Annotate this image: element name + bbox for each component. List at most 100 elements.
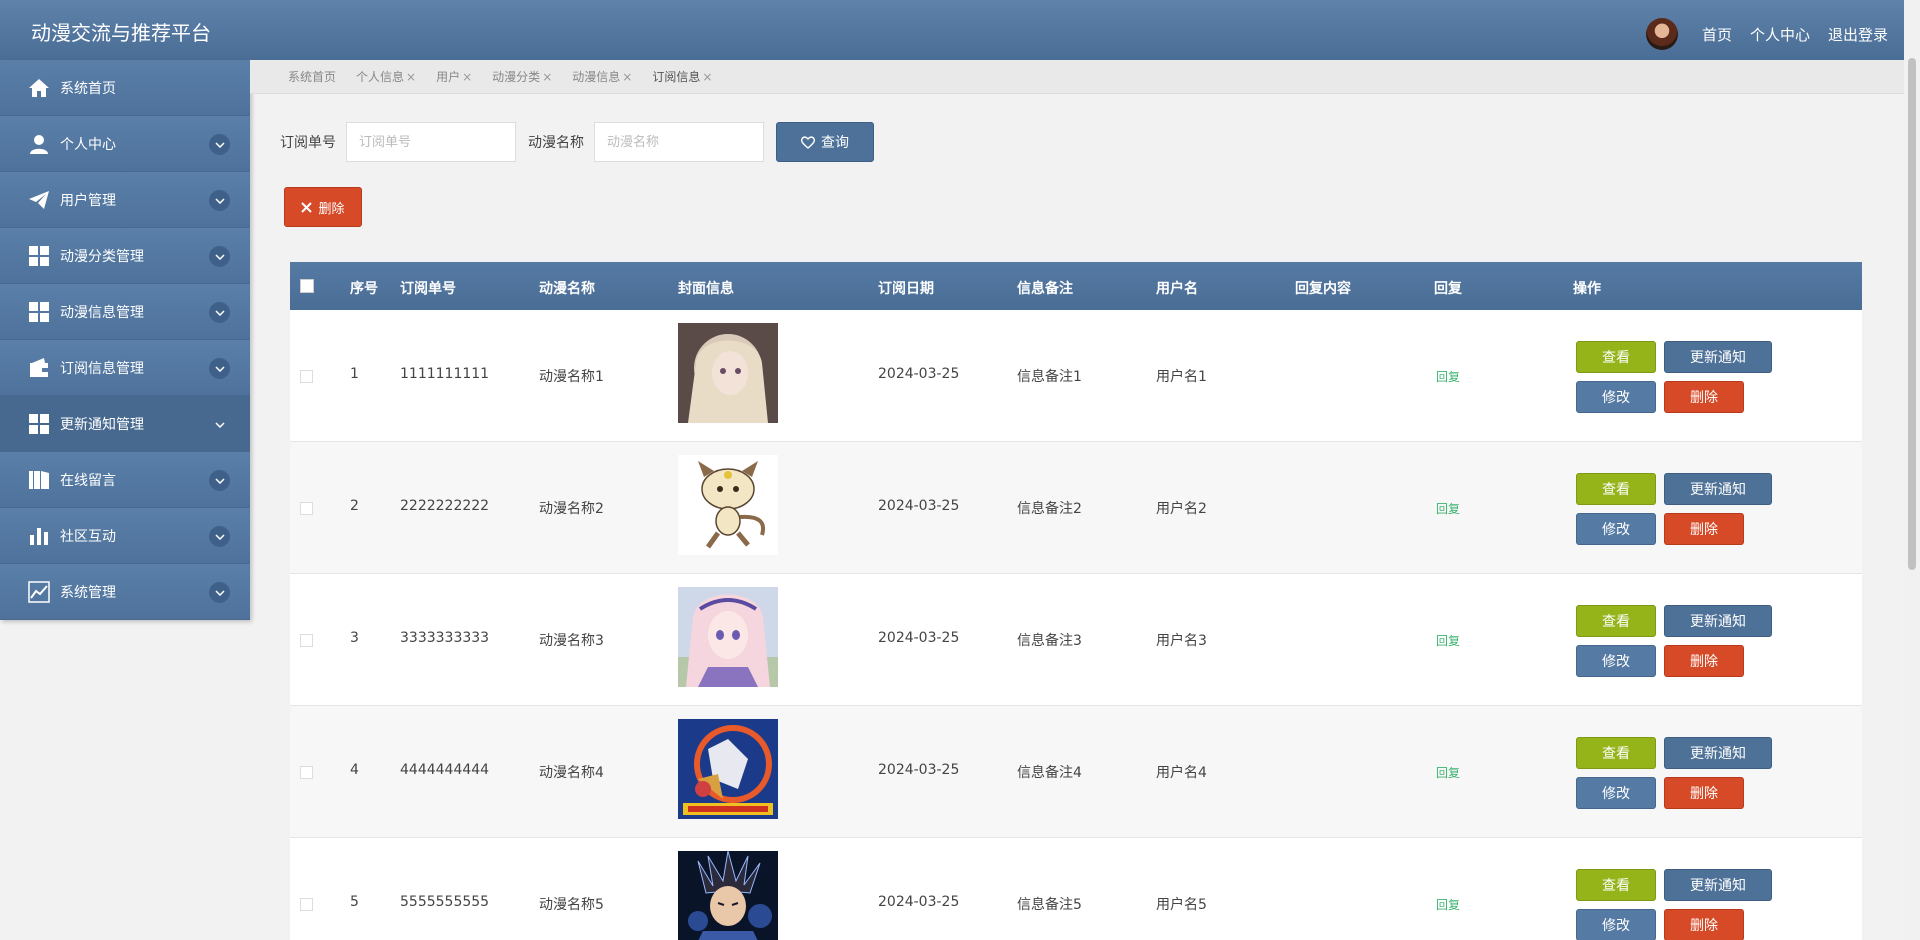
sidebar-item-update-notice[interactable]: 更新通知管理 bbox=[0, 396, 250, 452]
chevron-down-icon[interactable] bbox=[209, 246, 230, 267]
sidebar-item-label: 系统管理 bbox=[60, 584, 116, 601]
delete-button[interactable]: 删除 bbox=[1664, 645, 1744, 677]
user-icon bbox=[28, 133, 50, 155]
reply-link[interactable]: 回复 bbox=[1436, 368, 1460, 385]
update-notice-button[interactable]: 更新通知 bbox=[1664, 605, 1772, 637]
edit-button[interactable]: 修改 bbox=[1576, 513, 1656, 545]
close-icon[interactable]: × bbox=[542, 70, 552, 84]
select-all-checkbox[interactable] bbox=[300, 279, 314, 293]
update-notice-button[interactable]: 更新通知 bbox=[1664, 341, 1772, 373]
row-index: 3 bbox=[350, 630, 359, 646]
chevron-down-icon[interactable] bbox=[209, 134, 230, 155]
tab-anime-category[interactable]: 动漫分类 × bbox=[492, 68, 552, 85]
batch-delete-button[interactable]: 删除 bbox=[284, 187, 362, 227]
page-scrollbar[interactable] bbox=[1904, 0, 1920, 940]
delete-button[interactable]: 删除 bbox=[1664, 777, 1744, 809]
sidebar-item-home[interactable]: 系统首页 bbox=[0, 60, 250, 116]
chevron-down-icon[interactable] bbox=[209, 302, 230, 323]
tab-subscription-info[interactable]: 订阅信息 × bbox=[652, 68, 712, 85]
row-checkbox[interactable] bbox=[300, 370, 313, 383]
column-header: 回复内容 bbox=[1295, 281, 1351, 297]
sidebar-item-anime-category[interactable]: 动漫分类管理 bbox=[0, 228, 250, 284]
info-note: 信息备注4 bbox=[1017, 765, 1082, 781]
close-icon[interactable]: × bbox=[406, 70, 416, 84]
tab-home[interactable]: 系统首页 bbox=[288, 68, 336, 85]
tab-label: 动漫信息 bbox=[572, 70, 621, 84]
heart-icon bbox=[801, 135, 815, 149]
sidebar-item-messages[interactable]: 在线留言 bbox=[0, 452, 250, 508]
sidebar-item-label: 动漫信息管理 bbox=[60, 304, 144, 321]
sidebar-item-subscription[interactable]: 订阅信息管理 bbox=[0, 340, 250, 396]
chevron-down-icon[interactable] bbox=[209, 414, 230, 435]
sidebar-item-anime-info[interactable]: 动漫信息管理 bbox=[0, 284, 250, 340]
search-button[interactable]: 查询 bbox=[776, 122, 874, 162]
sidebar-item-label: 个人中心 bbox=[60, 136, 116, 153]
edit-button[interactable]: 修改 bbox=[1576, 381, 1656, 413]
row-checkbox[interactable] bbox=[300, 898, 313, 911]
column-header: 动漫名称 bbox=[539, 281, 595, 297]
batch-delete-label: 删除 bbox=[318, 201, 345, 217]
table-row: 5 5555555555 动漫名称5 2024-03-25 信息备注5 用户名5… bbox=[290, 838, 1862, 940]
sidebar-item-users[interactable]: 用户管理 bbox=[0, 172, 250, 228]
delete-button[interactable]: 删除 bbox=[1664, 909, 1744, 940]
column-header: 信息备注 bbox=[1017, 281, 1073, 297]
sidebar-item-community[interactable]: 社区互动 bbox=[0, 508, 250, 564]
scrollbar-thumb[interactable] bbox=[1908, 58, 1916, 570]
close-icon[interactable]: × bbox=[462, 70, 472, 84]
sidebar-item-profile[interactable]: 个人中心 bbox=[0, 116, 250, 172]
delete-button[interactable]: 删除 bbox=[1664, 513, 1744, 545]
chevron-down-icon[interactable] bbox=[209, 470, 230, 491]
reply-link[interactable]: 回复 bbox=[1436, 500, 1460, 517]
reply-link[interactable]: 回复 bbox=[1436, 896, 1460, 913]
reply-link[interactable]: 回复 bbox=[1436, 632, 1460, 649]
row-index: 2 bbox=[350, 498, 359, 514]
header-logout-link[interactable]: 退出登录 bbox=[1828, 24, 1888, 45]
close-icon[interactable]: × bbox=[622, 70, 632, 84]
tab-anime-info[interactable]: 动漫信息 × bbox=[572, 68, 632, 85]
top-header: 动漫交流与推荐平台 首页 个人中心 退出登录 bbox=[0, 0, 1904, 60]
subscribe-date: 2024-03-25 bbox=[878, 498, 960, 514]
view-button[interactable]: 查看 bbox=[1576, 869, 1656, 901]
avatar[interactable] bbox=[1645, 18, 1678, 50]
update-notice-button[interactable]: 更新通知 bbox=[1664, 473, 1772, 505]
grid-icon bbox=[28, 301, 50, 323]
anime-name-input[interactable] bbox=[594, 122, 764, 162]
header-home-link[interactable]: 首页 bbox=[1702, 24, 1732, 45]
view-button[interactable]: 查看 bbox=[1576, 737, 1656, 769]
row-checkbox[interactable] bbox=[300, 502, 313, 515]
cover-image bbox=[678, 851, 778, 940]
view-button[interactable]: 查看 bbox=[1576, 473, 1656, 505]
column-header: 订阅单号 bbox=[400, 281, 456, 297]
sidebar-item-system[interactable]: 系统管理 bbox=[0, 564, 250, 620]
row-checkbox[interactable] bbox=[300, 766, 313, 779]
header-profile-link[interactable]: 个人中心 bbox=[1750, 24, 1810, 45]
table-header: 序号 订阅单号 动漫名称 封面信息 订阅日期 信息备注 用户名 回复内容 回复 … bbox=[290, 262, 1862, 310]
bar-chart-icon bbox=[28, 525, 50, 547]
delete-button[interactable]: 删除 bbox=[1664, 381, 1744, 413]
column-header: 操作 bbox=[1573, 281, 1601, 297]
chevron-down-icon[interactable] bbox=[209, 358, 230, 379]
table-row: 4 4444444444 动漫名称4 2024-03-25 信息备注4 用户名4… bbox=[290, 706, 1862, 838]
chevron-down-icon[interactable] bbox=[209, 190, 230, 211]
reply-link[interactable]: 回复 bbox=[1436, 764, 1460, 781]
info-note: 信息备注5 bbox=[1017, 897, 1082, 913]
update-notice-button[interactable]: 更新通知 bbox=[1664, 869, 1772, 901]
subscribe-date: 2024-03-25 bbox=[878, 762, 960, 778]
row-checkbox[interactable] bbox=[300, 634, 313, 647]
edit-button[interactable]: 修改 bbox=[1576, 909, 1656, 940]
order-no-input[interactable] bbox=[346, 122, 516, 162]
close-icon[interactable]: × bbox=[702, 70, 712, 84]
view-button[interactable]: 查看 bbox=[1576, 605, 1656, 637]
edit-button[interactable]: 修改 bbox=[1576, 645, 1656, 677]
tab-users[interactable]: 用户 × bbox=[436, 68, 472, 85]
anime-name: 动漫名称3 bbox=[539, 633, 604, 649]
view-button[interactable]: 查看 bbox=[1576, 341, 1656, 373]
cover-image bbox=[678, 587, 778, 687]
tab-personal-info[interactable]: 个人信息 × bbox=[356, 68, 416, 85]
chevron-down-icon[interactable] bbox=[209, 526, 230, 547]
update-notice-button[interactable]: 更新通知 bbox=[1664, 737, 1772, 769]
column-header: 订阅日期 bbox=[878, 281, 934, 297]
chevron-down-icon[interactable] bbox=[209, 582, 230, 603]
sidebar-item-label: 用户管理 bbox=[60, 192, 116, 209]
edit-button[interactable]: 修改 bbox=[1576, 777, 1656, 809]
